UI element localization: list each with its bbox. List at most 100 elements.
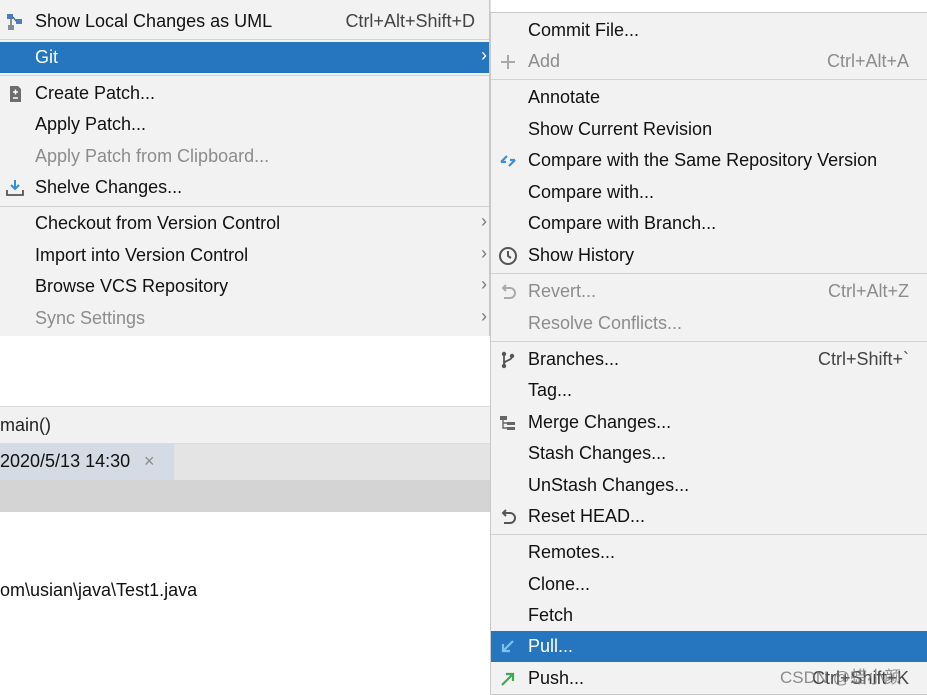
menu-item-tag[interactable]: Tag... xyxy=(491,375,927,406)
chevron-right-icon: › xyxy=(481,45,487,65)
uml-icon xyxy=(7,14,22,30)
editor-toolbar xyxy=(0,480,490,512)
merge-icon xyxy=(500,416,515,430)
menu-item-label: Create Patch... xyxy=(35,83,156,103)
menu-item-sync-settings[interactable]: Sync Settings › xyxy=(0,303,489,334)
menu-item-compare-same-repo[interactable]: Compare with the Same Repository Version xyxy=(491,145,927,176)
menu-item-label: Clone... xyxy=(528,574,591,594)
menu-item-shortcut: Ctrl+Alt+Shift+D xyxy=(345,11,475,31)
menu-item-show-local-changes-uml[interactable]: Show Local Changes as UML Ctrl+Alt+Shift… xyxy=(0,6,489,37)
menu-item-browse-vcs[interactable]: Browse VCS Repository › xyxy=(0,271,489,302)
menu-item-commit-file[interactable]: Commit File... xyxy=(491,15,927,46)
menu-item-label: Compare with Branch... xyxy=(528,213,717,233)
revert-icon xyxy=(501,284,516,299)
reset-icon xyxy=(501,509,516,524)
menu-item-label: Annotate xyxy=(528,87,601,107)
menu-item-label: Reset HEAD... xyxy=(528,506,646,526)
file-path: om\usian\java\Test1.java xyxy=(0,580,198,600)
plus-icon xyxy=(501,55,515,69)
menu-item-annotate[interactable]: Annotate xyxy=(491,82,927,113)
menu-item-label: Resolve Conflicts... xyxy=(528,313,683,333)
menu-item-shelve-changes[interactable]: Shelve Changes... xyxy=(0,172,489,203)
menu-item-apply-patch[interactable]: Apply Patch... xyxy=(0,109,489,140)
menu-item-label: Compare with the Same Repository Version xyxy=(528,150,878,170)
menu-item-remotes[interactable]: Remotes... xyxy=(491,537,927,568)
menu-item-checkout-vcs[interactable]: Checkout from Version Control › xyxy=(0,208,489,239)
menu-item-clone[interactable]: Clone... xyxy=(491,569,927,600)
separator xyxy=(0,39,489,40)
menu-item-label: Apply Patch from Clipboard... xyxy=(35,146,270,166)
menu-item-label: Show Local Changes as UML xyxy=(35,11,273,31)
menu-item-label: Remotes... xyxy=(528,542,616,562)
menu-item-shortcut: Ctrl+Alt+Z xyxy=(827,281,909,301)
menu-item-show-current-revision[interactable]: Show Current Revision xyxy=(491,114,927,145)
menu-item-merge-changes[interactable]: Merge Changes... xyxy=(491,407,927,438)
menu-item-show-history[interactable]: Show History xyxy=(491,240,927,271)
menu-item-label: Sync Settings xyxy=(35,308,146,328)
menu-item-reset-head[interactable]: Reset HEAD... xyxy=(491,501,927,532)
menu-item-stash-changes[interactable]: Stash Changes... xyxy=(491,438,927,469)
vcs-menu: Show Local Changes as UML Ctrl+Alt+Shift… xyxy=(0,0,490,336)
menu-item-label: Commit File... xyxy=(528,20,640,40)
menu-item-label: Stash Changes... xyxy=(528,443,667,463)
menu-item-import-vcs[interactable]: Import into Version Control › xyxy=(0,240,489,271)
chevron-right-icon: › xyxy=(481,306,487,326)
pull-icon xyxy=(501,640,514,653)
menu-item-fetch[interactable]: Fetch xyxy=(491,600,927,631)
menu-item-add[interactable]: Add Ctrl+Alt+A xyxy=(491,46,927,77)
watermark: CSDN @蜡小颜 xyxy=(780,668,902,687)
separator xyxy=(491,534,927,535)
breadcrumb[interactable]: main() xyxy=(0,406,490,444)
menu-item-shortcut: Ctrl+Shift+` xyxy=(817,349,909,369)
menu-item-unstash-changes[interactable]: UnStash Changes... xyxy=(491,470,927,501)
menu-item-label: Pull... xyxy=(528,636,574,656)
chevron-right-icon: › xyxy=(481,274,487,294)
menu-item-label: Branches... xyxy=(528,349,620,369)
menu-item-branches[interactable]: Branches... Ctrl+Shift+` xyxy=(491,344,927,375)
separator xyxy=(491,341,927,342)
push-icon xyxy=(501,672,515,686)
menu-item-label: Import into Version Control xyxy=(35,245,249,265)
close-icon[interactable]: × xyxy=(144,451,155,472)
menu-item-pull[interactable]: Pull... xyxy=(491,631,927,662)
menu-item-label: Checkout from Version Control xyxy=(35,213,281,233)
separator xyxy=(491,273,927,274)
menu-item-resolve-conflicts[interactable]: Resolve Conflicts... xyxy=(491,308,927,339)
editor-tab[interactable]: 2020/5/13 14:30 × xyxy=(0,444,174,480)
menu-item-compare-with[interactable]: Compare with... xyxy=(491,177,927,208)
menu-item-label: Compare with... xyxy=(528,182,655,202)
menu-item-label: Browse VCS Repository xyxy=(35,276,229,296)
menu-item-label: Merge Changes... xyxy=(528,412,672,432)
editor-background xyxy=(490,0,927,12)
patch-icon xyxy=(10,86,21,102)
menu-item-compare-branch[interactable]: Compare with Branch... xyxy=(491,208,927,239)
branch-icon xyxy=(501,351,515,369)
clock-icon xyxy=(499,247,517,265)
chevron-right-icon: › xyxy=(481,211,487,231)
menu-item-revert[interactable]: Revert... Ctrl+Alt+Z xyxy=(491,276,927,307)
tab-label: 2020/5/13 14:30 xyxy=(0,451,131,471)
git-submenu: Commit File... Add Ctrl+Alt+A Annotate S… xyxy=(490,12,927,695)
menu-item-label: UnStash Changes... xyxy=(528,475,690,495)
breadcrumb-label: main() xyxy=(0,415,52,435)
separator xyxy=(0,75,489,76)
editor-area xyxy=(0,336,490,406)
menu-item-label: Apply Patch... xyxy=(35,114,147,134)
menu-item-label: Show Current Revision xyxy=(528,119,713,139)
menu-item-label: Add xyxy=(528,51,561,71)
menu-item-label: Push... xyxy=(528,668,585,688)
menu-item-label: Revert... xyxy=(528,281,597,301)
shelve-icon xyxy=(6,180,24,196)
compare-icon xyxy=(500,155,516,167)
menu-item-git[interactable]: Git › xyxy=(0,42,489,73)
chevron-right-icon: › xyxy=(481,243,487,263)
menu-item-create-patch[interactable]: Create Patch... xyxy=(0,78,489,109)
menu-item-label: Fetch xyxy=(528,605,574,625)
menu-item-label: Shelve Changes... xyxy=(35,177,183,197)
menu-item-label: Show History xyxy=(528,245,635,265)
menu-item-apply-patch-clipboard[interactable]: Apply Patch from Clipboard... xyxy=(0,141,489,172)
separator xyxy=(0,206,489,207)
menu-item-label: Git xyxy=(35,47,59,67)
menu-item-label: Tag... xyxy=(528,380,573,400)
menu-item-shortcut: Ctrl+Alt+A xyxy=(826,51,909,71)
